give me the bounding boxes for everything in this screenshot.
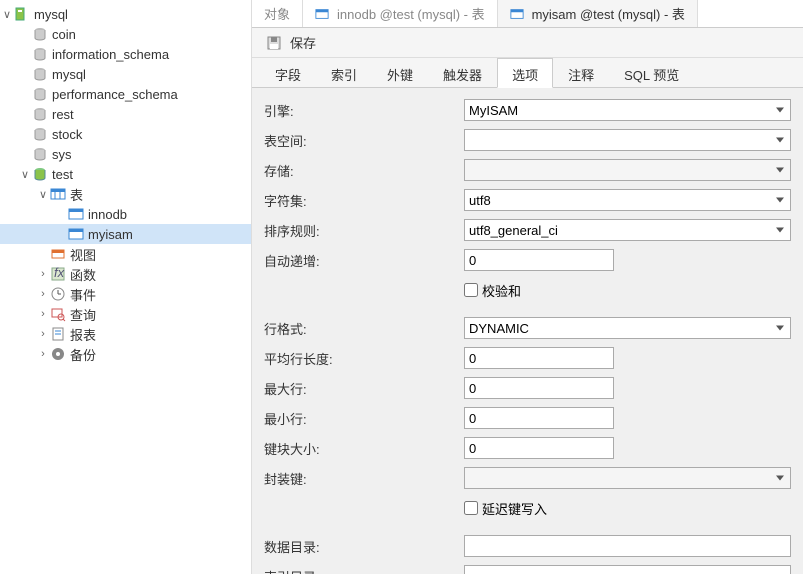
tablespace-label: 表空间: bbox=[264, 131, 464, 150]
database-node[interactable]: ·mysql bbox=[0, 64, 251, 84]
maxrows-input[interactable] bbox=[464, 377, 614, 399]
maxrows-label: 最大行: bbox=[264, 379, 464, 398]
database-icon bbox=[32, 46, 48, 62]
database-node[interactable]: ·stock bbox=[0, 124, 251, 144]
datadir-label: 数据目录: bbox=[264, 537, 464, 556]
charset-label: 字符集: bbox=[264, 191, 464, 210]
database-node[interactable]: ·coin bbox=[0, 24, 251, 44]
table-icon bbox=[315, 7, 329, 21]
rowformat-select[interactable]: DYNAMIC bbox=[464, 317, 791, 339]
tab-myisam[interactable]: myisam @test (mysql) - 表 bbox=[498, 0, 698, 27]
report-icon bbox=[50, 326, 66, 342]
datadir-input[interactable] bbox=[464, 535, 791, 557]
table-node-selected[interactable]: ·myisam bbox=[0, 224, 251, 244]
subtab-fields[interactable]: 字段 bbox=[260, 58, 316, 87]
rowformat-label: 行格式: bbox=[264, 319, 464, 338]
autoincrement-input[interactable] bbox=[464, 249, 614, 271]
views-folder[interactable]: ·视图 bbox=[0, 244, 251, 264]
minrows-label: 最小行: bbox=[264, 409, 464, 428]
chevron-right-icon[interactable]: › bbox=[36, 348, 50, 360]
designer-subtabs: 字段 索引 外键 触发器 选项 注释 SQL 预览 bbox=[252, 58, 803, 88]
database-icon bbox=[32, 86, 48, 102]
subtab-options[interactable]: 选项 bbox=[497, 58, 553, 88]
reports-folder[interactable]: ›报表 bbox=[0, 324, 251, 344]
database-icon bbox=[32, 26, 48, 42]
queries-folder[interactable]: ›查询 bbox=[0, 304, 251, 324]
database-icon bbox=[32, 126, 48, 142]
chevron-right-icon[interactable]: › bbox=[36, 308, 50, 320]
save-button[interactable]: 保存 bbox=[260, 31, 322, 54]
sidebar-tree[interactable]: ∨ mysql ·coin ·information_schema ·mysql… bbox=[0, 0, 252, 574]
database-node[interactable]: ·information_schema bbox=[0, 44, 251, 64]
keyblock-input[interactable] bbox=[464, 437, 614, 459]
svg-text:fx: fx bbox=[54, 266, 65, 280]
storage-select[interactable] bbox=[464, 159, 791, 181]
table-icon bbox=[68, 226, 84, 242]
engine-select[interactable]: MyISAM bbox=[464, 99, 791, 121]
connection-icon bbox=[14, 6, 30, 22]
avgrowlen-input[interactable] bbox=[464, 347, 614, 369]
database-node[interactable]: ∨test bbox=[0, 164, 251, 184]
editor-tab-bar: 对象 innodb @test (mysql) - 表 myisam @test… bbox=[252, 0, 803, 28]
storage-label: 存储: bbox=[264, 161, 464, 180]
event-icon bbox=[50, 286, 66, 302]
connection-node[interactable]: ∨ mysql bbox=[0, 4, 251, 24]
packkeys-select[interactable] bbox=[464, 467, 791, 489]
table-icon bbox=[510, 7, 524, 21]
chevron-down-icon[interactable]: ∨ bbox=[36, 188, 50, 201]
options-form: 引擎:MyISAM 表空间: 存储: 字符集:utf8 排序规则:utf8_ge… bbox=[252, 88, 803, 574]
autoincrement-label: 自动递增: bbox=[264, 251, 464, 270]
database-node[interactable]: ·sys bbox=[0, 144, 251, 164]
chevron-right-icon[interactable]: › bbox=[36, 328, 50, 340]
main-panel: 对象 innodb @test (mysql) - 表 myisam @test… bbox=[252, 0, 803, 574]
connection-label: mysql bbox=[34, 7, 68, 22]
chevron-right-icon[interactable]: › bbox=[36, 288, 50, 300]
tablespace-select[interactable] bbox=[464, 129, 791, 151]
indexdir-input[interactable] bbox=[464, 565, 791, 574]
database-node[interactable]: ·performance_schema bbox=[0, 84, 251, 104]
events-folder[interactable]: ›事件 bbox=[0, 284, 251, 304]
table-folder-icon bbox=[50, 186, 66, 202]
subtab-comment[interactable]: 注释 bbox=[553, 58, 609, 87]
functions-folder[interactable]: ›fx函数 bbox=[0, 264, 251, 284]
save-icon bbox=[266, 35, 282, 51]
table-node[interactable]: ·innodb bbox=[0, 204, 251, 224]
database-node[interactable]: ·rest bbox=[0, 104, 251, 124]
checksum-checkbox[interactable]: 校验和 bbox=[464, 281, 521, 300]
database-icon bbox=[32, 106, 48, 122]
chevron-down-icon[interactable]: ∨ bbox=[0, 8, 14, 21]
backup-icon bbox=[50, 346, 66, 362]
backup-folder[interactable]: ›备份 bbox=[0, 344, 251, 364]
engine-label: 引擎: bbox=[264, 101, 464, 120]
database-open-icon bbox=[32, 166, 48, 182]
tables-folder[interactable]: ∨表 bbox=[0, 184, 251, 204]
chevron-right-icon[interactable]: › bbox=[36, 268, 50, 280]
chevron-down-icon[interactable]: ∨ bbox=[18, 168, 32, 181]
packkeys-label: 封装键: bbox=[264, 469, 464, 488]
view-icon bbox=[50, 246, 66, 262]
toolbar: 保存 bbox=[252, 28, 803, 58]
tab-objects[interactable]: 对象 bbox=[252, 0, 303, 27]
delaykeywrite-checkbox[interactable]: 延迟键写入 bbox=[464, 499, 547, 518]
tab-innodb[interactable]: innodb @test (mysql) - 表 bbox=[303, 0, 498, 27]
subtab-triggers[interactable]: 触发器 bbox=[428, 58, 497, 87]
avgrowlen-label: 平均行长度: bbox=[264, 349, 464, 368]
charset-select[interactable]: utf8 bbox=[464, 189, 791, 211]
subtab-indexes[interactable]: 索引 bbox=[316, 58, 372, 87]
collation-label: 排序规则: bbox=[264, 221, 464, 240]
minrows-input[interactable] bbox=[464, 407, 614, 429]
subtab-foreignkeys[interactable]: 外键 bbox=[372, 58, 428, 87]
query-icon bbox=[50, 306, 66, 322]
collation-select[interactable]: utf8_general_ci bbox=[464, 219, 791, 241]
keyblock-label: 键块大小: bbox=[264, 439, 464, 458]
indexdir-label: 索引目录: bbox=[264, 567, 464, 574]
database-icon bbox=[32, 146, 48, 162]
table-icon bbox=[68, 206, 84, 222]
subtab-sqlpreview[interactable]: SQL 预览 bbox=[609, 58, 694, 87]
function-icon: fx bbox=[50, 266, 66, 282]
database-icon bbox=[32, 66, 48, 82]
